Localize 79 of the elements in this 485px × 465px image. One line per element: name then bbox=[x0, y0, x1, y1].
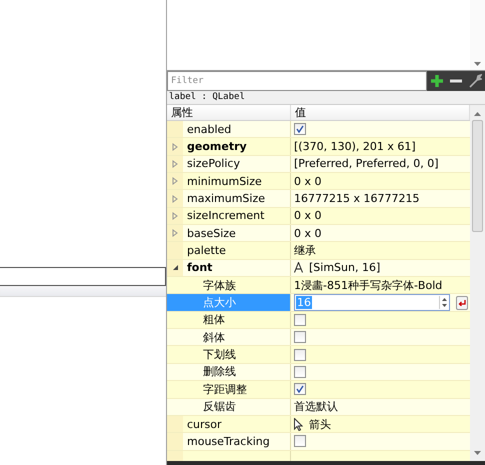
property-name: 下划线 bbox=[203, 347, 236, 362]
property-row[interactable]: 下划线 bbox=[167, 346, 470, 364]
checkbox[interactable] bbox=[294, 435, 306, 448]
property-value: 16777215 x 16777215 bbox=[294, 192, 420, 206]
property-row[interactable]: 斜体 bbox=[167, 329, 470, 346]
property-value: [Preferred, Preferred, 0, 0] bbox=[294, 157, 439, 170]
property-row[interactable]: 反锯齿 首选默认 bbox=[167, 398, 470, 416]
property-name: 字体族 bbox=[203, 278, 236, 293]
collapsed-triangle-icon[interactable] bbox=[172, 142, 178, 151]
collapsed-triangle-icon[interactable] bbox=[172, 160, 178, 168]
property-row[interactable]: 粗体 bbox=[167, 312, 470, 330]
property-value: [(370, 130), 201 x 61] bbox=[294, 140, 416, 154]
property-row[interactable]: mouseTracking bbox=[167, 433, 470, 451]
property-row[interactable]: maximumSize 16777215 x 16777215 bbox=[167, 190, 470, 208]
property-name: font bbox=[187, 261, 212, 274]
font-icon bbox=[294, 262, 303, 274]
property-name: sizePolicy bbox=[187, 157, 240, 170]
collapsed-triangle-icon[interactable] bbox=[172, 229, 178, 238]
property-row[interactable]: cursor 箭头 bbox=[167, 416, 470, 434]
wrench-button[interactable] bbox=[467, 73, 484, 89]
property-row[interactable]: sizePolicy [Preferred, Preferred, 0, 0] bbox=[167, 156, 470, 174]
property-value: 1浸畵-851种手写杂字体-Bold bbox=[294, 278, 442, 293]
property-name: mouseTracking bbox=[187, 434, 270, 448]
property-name: geometry bbox=[187, 140, 247, 154]
scroll-up-icon[interactable] bbox=[474, 112, 481, 116]
property-value: 首选默认 bbox=[294, 399, 338, 414]
property-row[interactable]: geometry [(370, 130), 201 x 61] bbox=[167, 138, 470, 156]
property-name: 删除线 bbox=[203, 364, 236, 380]
text-field[interactable] bbox=[0, 267, 166, 286]
property-row[interactable]: 字体族 1浸畵-851种手写杂字体-Bold bbox=[167, 277, 470, 294]
property-row[interactable]: sizeIncrement 0 x 0 bbox=[167, 208, 470, 226]
property-name: 粗体 bbox=[203, 312, 225, 328]
expanded-triangle-icon[interactable] bbox=[172, 264, 178, 272]
checkbox[interactable] bbox=[294, 314, 306, 326]
property-name: sizeIncrement bbox=[187, 209, 264, 222]
property-name: palette bbox=[187, 244, 226, 258]
property-value: 0 x 0 bbox=[294, 174, 322, 188]
property-name: 字距调整 bbox=[203, 382, 247, 397]
property-row[interactable]: 字距调整 bbox=[167, 381, 470, 398]
checkbox[interactable] bbox=[294, 366, 306, 378]
spin-up-icon[interactable] bbox=[442, 298, 447, 301]
arrow-cursor-icon bbox=[294, 418, 303, 431]
object-label: label : QLabel bbox=[167, 91, 485, 105]
property-name: 反锯齿 bbox=[203, 399, 236, 414]
reset-button[interactable] bbox=[456, 296, 468, 310]
collapsed-triangle-icon[interactable] bbox=[172, 212, 178, 220]
property-name: cursor bbox=[187, 418, 222, 431]
scrollbar-thumb[interactable] bbox=[472, 120, 483, 232]
spin-down-icon[interactable] bbox=[442, 304, 447, 308]
collapsed-triangle-icon[interactable] bbox=[172, 194, 178, 203]
property-row[interactable]: palette 继承 bbox=[167, 242, 470, 260]
checkbox[interactable] bbox=[294, 348, 306, 361]
reset-arrow-icon bbox=[458, 299, 466, 306]
property-name: enabled bbox=[187, 122, 232, 136]
column-header[interactable]: 属性 bbox=[167, 105, 291, 120]
property-value: 继承 bbox=[294, 243, 316, 258]
property-row[interactable]: font [SimSun, 16] bbox=[167, 260, 470, 278]
property-value: 箭头 bbox=[309, 416, 331, 432]
checkbox[interactable] bbox=[294, 123, 306, 136]
property-row[interactable]: baseSize 0 x 0 bbox=[167, 225, 470, 242]
property-name: 点大小 bbox=[203, 295, 236, 310]
property-row[interactable]: 删除线 bbox=[167, 364, 470, 382]
property-name: maximumSize bbox=[187, 192, 266, 206]
property-name: baseSize bbox=[187, 226, 236, 240]
checkbox[interactable] bbox=[294, 383, 306, 396]
minus-icon bbox=[448, 79, 463, 83]
property-value: 0 x 0 bbox=[294, 209, 322, 222]
filter-field[interactable]: Filter bbox=[167, 71, 427, 91]
add-button[interactable] bbox=[428, 73, 445, 89]
property-row[interactable]: minimumSize 0 x 0 bbox=[167, 173, 470, 190]
checkbox[interactable] bbox=[294, 331, 306, 344]
property-row[interactable]: enabled bbox=[167, 121, 470, 138]
scroll-down-icon[interactable] bbox=[474, 62, 481, 66]
scroll-down-icon[interactable] bbox=[474, 451, 481, 455]
collapsed-triangle-icon[interactable] bbox=[172, 177, 178, 186]
property-name: 斜体 bbox=[203, 330, 225, 345]
property-value: [SimSun, 16] bbox=[309, 261, 380, 274]
property-name: minimumSize bbox=[187, 174, 262, 188]
property-value: 0 x 0 bbox=[294, 226, 322, 240]
